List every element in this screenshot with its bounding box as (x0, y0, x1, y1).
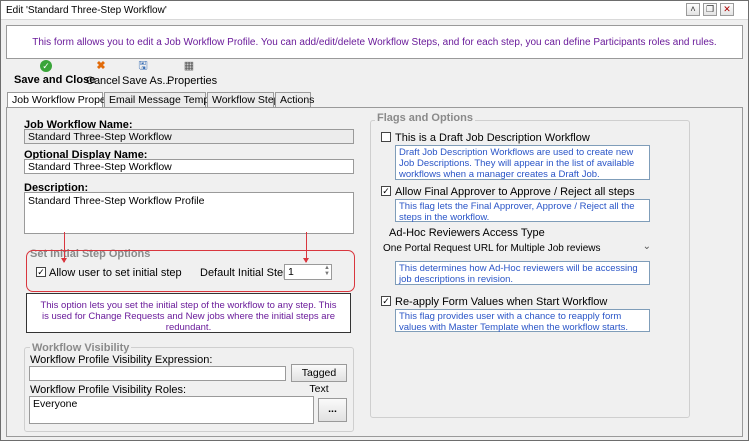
chevron-down-icon[interactable]: ⌄ (643, 241, 651, 252)
visibility-roles-label: Workflow Profile Visibility Roles: (30, 384, 187, 396)
save-as-button[interactable]: 🖫 Save As... (122, 59, 172, 89)
tab-email-message-template[interactable]: Email Message Template (104, 92, 226, 108)
final-approver-checkbox[interactable]: ✓ (381, 186, 391, 196)
final-approver-info: This flag lets the Final Approver, Appro… (395, 199, 650, 223)
save-and-close-button[interactable]: ✓ Save and Close (14, 59, 95, 89)
browse-roles-button[interactable]: ... (318, 398, 347, 422)
reapply-form-values-checkbox[interactable]: ✓ (381, 296, 391, 306)
description-textarea[interactable]: Standard Three-Step Workflow Profile (24, 192, 354, 234)
adhoc-access-dropdown[interactable]: One Portal Request URL for Multiple Job … (383, 241, 651, 258)
draft-workflow-info: Draft Job Description Workflows are used… (395, 145, 650, 180)
properties-button[interactable]: ▦ Properties (167, 59, 217, 89)
arrow-annotation (61, 232, 67, 263)
window-title: Edit 'Standard Three-Step Workflow' (6, 5, 167, 16)
properties-icon: ▦ (183, 60, 195, 72)
default-initial-step-spinner[interactable]: 1 ▲ ▼ (284, 264, 332, 280)
x-icon: ✖ (96, 60, 106, 72)
adhoc-access-info: This determines how Ad-Hoc reviewers wil… (395, 261, 650, 285)
spinner-arrows-icon[interactable]: ▲ ▼ (324, 265, 330, 277)
initial-step-info: This option lets you set the initial ste… (26, 293, 351, 333)
tab-workflow-steps[interactable]: Workflow Steps (207, 92, 285, 108)
visibility-roles-field[interactable]: Everyone (29, 396, 314, 424)
edit-workflow-window: Edit 'Standard Three-Step Workflow' ˄ ❐ … (0, 0, 749, 441)
cancel-button[interactable]: ✖ Cancel (86, 59, 120, 89)
allow-initial-step-label: Allow user to set initial step (49, 267, 182, 279)
tab-actions[interactable]: Actions (275, 92, 314, 108)
final-approver-label: Allow Final Approver to Approve / Reject… (395, 186, 635, 198)
display-name-field[interactable]: Standard Three-Step Workflow (24, 159, 354, 174)
workflow-name-field: Standard Three-Step Workflow (24, 129, 354, 144)
chevron-up-icon[interactable]: ˄ (686, 3, 700, 16)
check-icon: ✓ (40, 60, 52, 72)
close-icon[interactable]: ✕ (720, 3, 734, 16)
draft-workflow-label: This is a Draft Job Description Workflow (395, 132, 590, 144)
adhoc-access-label: Ad-Hoc Reviewers Access Type (389, 227, 545, 239)
toolbar: ✓ Save and Close ✖ Cancel 🖫 Save As... ▦… (6, 59, 743, 89)
visibility-group-title: Workflow Visibility (30, 342, 132, 354)
reapply-form-values-label: Re-apply Form Values when Start Workflow (395, 296, 608, 308)
instructions-banner: This form allows you to edit a Job Workf… (6, 25, 743, 59)
tagged-text-button[interactable]: Tagged Text (291, 364, 347, 395)
allow-initial-step-checkbox[interactable]: ✓ (36, 267, 46, 277)
title-bar: Edit 'Standard Three-Step Workflow' ˄ ❐ … (1, 1, 748, 20)
draft-workflow-checkbox[interactable] (381, 132, 391, 142)
restore-icon[interactable]: ❐ (703, 3, 717, 16)
visibility-expression-input[interactable] (29, 366, 286, 381)
floppy-disk-icon: 🖫 (138, 60, 148, 72)
reapply-form-values-info: This flag provides user with a chance to… (395, 309, 650, 333)
arrow-annotation (303, 232, 309, 263)
flags-options-title: Flags and Options (375, 112, 475, 124)
properties-panel: Job Workflow Name: Standard Three-Step W… (6, 107, 743, 437)
visibility-expression-label: Workflow Profile Visibility Expression: (30, 354, 213, 366)
